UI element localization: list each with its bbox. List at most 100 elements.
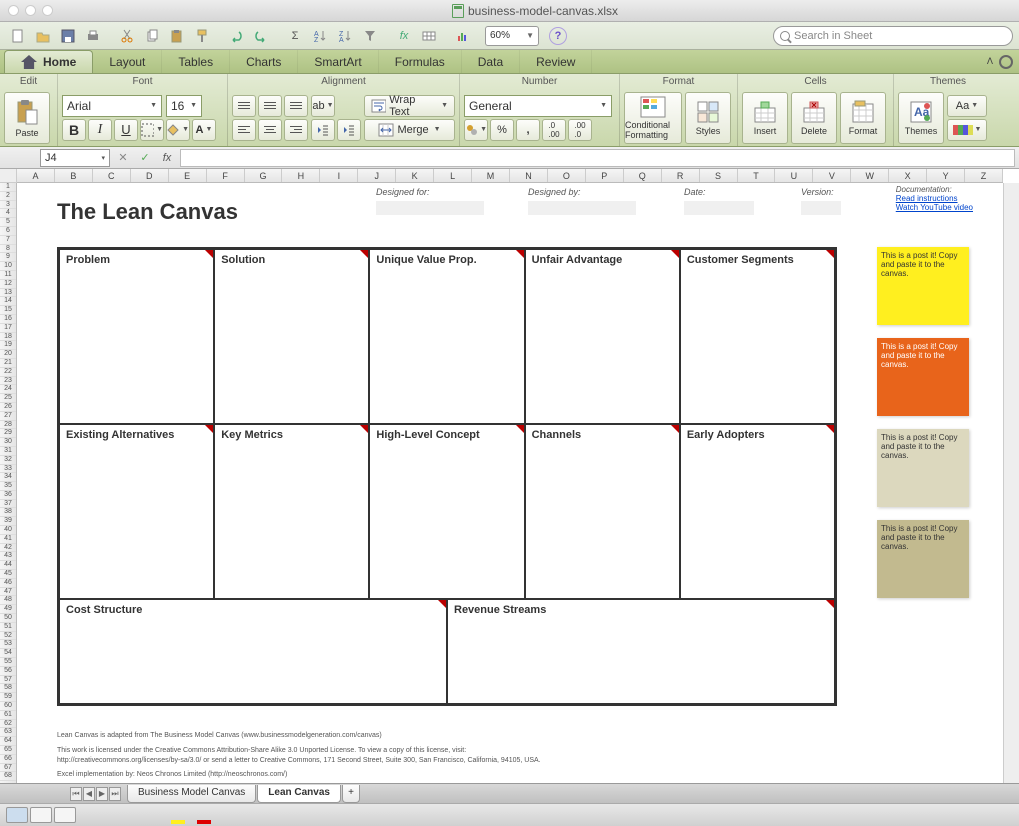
styles-button[interactable]: Styles xyxy=(685,92,731,144)
insert-button[interactable]: Insert xyxy=(742,92,788,144)
row-header-31[interactable]: 31 xyxy=(0,447,16,456)
col-header-G[interactable]: G xyxy=(245,169,283,182)
autosum-icon[interactable]: Σ xyxy=(283,25,307,47)
cut-icon[interactable] xyxy=(115,25,139,47)
sheet-tab-lean[interactable]: Lean Canvas xyxy=(257,785,341,803)
row-header-32[interactable]: 32 xyxy=(0,456,16,465)
row-header-7[interactable]: 7 xyxy=(0,236,16,245)
theme-fonts-button[interactable]: Aa▼ xyxy=(947,95,987,117)
view-normal-button[interactable] xyxy=(6,807,28,823)
row-header-4[interactable]: 4 xyxy=(0,209,16,218)
row-header-37[interactable]: 37 xyxy=(0,500,16,509)
col-header-Z[interactable]: Z xyxy=(965,169,1003,182)
col-header-I[interactable]: I xyxy=(320,169,358,182)
row-header-12[interactable]: 12 xyxy=(0,280,16,289)
sheet-tab-add[interactable]: + xyxy=(342,785,360,803)
format-painter-icon[interactable] xyxy=(190,25,214,47)
search-input[interactable]: Search in Sheet xyxy=(773,26,1013,46)
row-header-19[interactable]: 19 xyxy=(0,341,16,350)
orientation-button[interactable]: ab▼ xyxy=(311,95,335,117)
row-header-41[interactable]: 41 xyxy=(0,535,16,544)
row-header-6[interactable]: 6 xyxy=(0,227,16,236)
col-header-F[interactable]: F xyxy=(207,169,245,182)
theme-colors-button[interactable]: ▼ xyxy=(947,119,987,141)
indent-decrease-button[interactable] xyxy=(311,119,335,141)
tab-charts[interactable]: Charts xyxy=(230,50,298,73)
row-header-68[interactable]: 68 xyxy=(0,772,16,781)
filter-icon[interactable] xyxy=(358,25,382,47)
underline-button[interactable]: U xyxy=(114,119,138,141)
collapse-ribbon-icon[interactable]: ᐱ xyxy=(987,56,993,67)
sheet-content[interactable]: The Lean Canvas Designed for: Designed b… xyxy=(17,183,1003,783)
doc-link-instructions[interactable]: Read instructions xyxy=(896,194,973,203)
sort-asc-icon[interactable]: AZ xyxy=(308,25,332,47)
align-top-button[interactable] xyxy=(232,95,256,117)
meta-box-designed-by[interactable] xyxy=(528,201,636,215)
themes-button[interactable]: AaThemes xyxy=(898,92,944,144)
number-format-select[interactable]: General▼ xyxy=(464,95,612,117)
row-header-2[interactable]: 2 xyxy=(0,192,16,201)
paste-button[interactable]: Paste xyxy=(4,92,50,144)
align-left-button[interactable] xyxy=(232,119,256,141)
col-header-H[interactable]: H xyxy=(282,169,320,182)
open-file-icon[interactable] xyxy=(31,25,55,47)
cell-metrics[interactable]: Key Metrics xyxy=(214,424,369,599)
border-button[interactable]: ▼ xyxy=(140,119,164,141)
accept-formula-icon[interactable]: ✓ xyxy=(136,149,154,167)
row-header-58[interactable]: 58 xyxy=(0,684,16,693)
cell-cost[interactable]: Cost Structure xyxy=(59,599,447,704)
row-header-40[interactable]: 40 xyxy=(0,526,16,535)
row-header-25[interactable]: 25 xyxy=(0,394,16,403)
align-bottom-button[interactable] xyxy=(284,95,308,117)
row-header-22[interactable]: 22 xyxy=(0,368,16,377)
row-header-14[interactable]: 14 xyxy=(0,297,16,306)
row-header-29[interactable]: 29 xyxy=(0,429,16,438)
merge-button[interactable]: Merge▼ xyxy=(364,119,455,141)
col-header-O[interactable]: O xyxy=(548,169,586,182)
cell-channels[interactable]: Channels xyxy=(525,424,680,599)
row-header-24[interactable]: 24 xyxy=(0,385,16,394)
postit-orange[interactable]: This is a post it! Copy and paste it to … xyxy=(877,338,969,416)
col-header-Q[interactable]: Q xyxy=(624,169,662,182)
col-header-D[interactable]: D xyxy=(131,169,169,182)
fill-color-button[interactable]: ▼ xyxy=(166,119,190,141)
row-header-42[interactable]: 42 xyxy=(0,544,16,553)
minimize-window-button[interactable] xyxy=(25,5,36,16)
row-header-1[interactable]: 1 xyxy=(0,183,16,192)
postit-tan1[interactable]: This is a post it! Copy and paste it to … xyxy=(877,429,969,507)
name-box[interactable]: J4▾ xyxy=(40,149,110,167)
col-header-N[interactable]: N xyxy=(510,169,548,182)
wrap-text-button[interactable]: Wrap Text▼ xyxy=(364,95,455,117)
postit-tan2[interactable]: This is a post it! Copy and paste it to … xyxy=(877,520,969,598)
italic-button[interactable]: I xyxy=(88,119,112,141)
show-formulas-icon[interactable] xyxy=(417,25,441,47)
cell-uvp[interactable]: Unique Value Prop. xyxy=(369,249,524,424)
row-header-51[interactable]: 51 xyxy=(0,623,16,632)
row-header-3[interactable]: 3 xyxy=(0,201,16,210)
row-header-18[interactable]: 18 xyxy=(0,333,16,342)
align-middle-button[interactable] xyxy=(258,95,282,117)
row-header-23[interactable]: 23 xyxy=(0,377,16,386)
vertical-scrollbar[interactable] xyxy=(1003,183,1019,783)
cell-adopters[interactable]: Early Adopters xyxy=(680,424,835,599)
col-header-S[interactable]: S xyxy=(700,169,738,182)
col-header-J[interactable]: J xyxy=(358,169,396,182)
tab-review[interactable]: Review xyxy=(520,50,592,73)
formula-input[interactable] xyxy=(180,149,1015,167)
sheet-nav-last[interactable]: ⏭ xyxy=(109,787,121,801)
fx-icon[interactable]: fx xyxy=(392,25,416,47)
tab-layout[interactable]: Layout xyxy=(93,50,162,73)
col-header-A[interactable]: A xyxy=(17,169,55,182)
col-header-X[interactable]: X xyxy=(889,169,927,182)
row-header-26[interactable]: 26 xyxy=(0,403,16,412)
cell-solution[interactable]: Solution xyxy=(214,249,369,424)
row-header-67[interactable]: 67 xyxy=(0,764,16,773)
row-header-38[interactable]: 38 xyxy=(0,508,16,517)
col-header-R[interactable]: R xyxy=(662,169,700,182)
row-header-45[interactable]: 45 xyxy=(0,570,16,579)
row-header-39[interactable]: 39 xyxy=(0,517,16,526)
align-center-button[interactable] xyxy=(258,119,282,141)
view-page-break-button[interactable] xyxy=(54,807,76,823)
indent-increase-button[interactable] xyxy=(337,119,361,141)
cell-problem[interactable]: Problem xyxy=(59,249,214,424)
